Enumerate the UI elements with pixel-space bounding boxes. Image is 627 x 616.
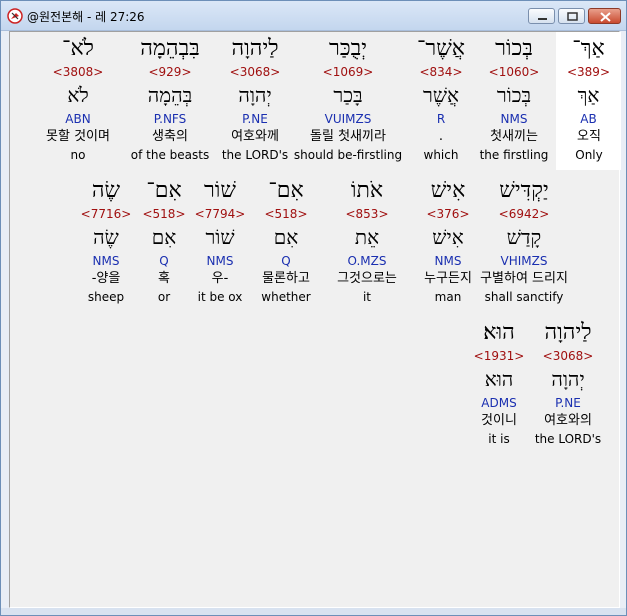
- hebrew-word: בְּכוֹר: [495, 36, 533, 61]
- close-button[interactable]: [588, 8, 621, 24]
- strong-number[interactable]: <1060>: [476, 65, 552, 79]
- bible-app-icon: [7, 8, 23, 24]
- english-gloss: sheep: [87, 290, 125, 304]
- minimize-icon: [538, 18, 547, 20]
- strong-number[interactable]: <1931>: [461, 349, 537, 363]
- hebrew-lemma: יְהוָה: [238, 83, 272, 107]
- morphology-code: ADMS: [481, 396, 517, 410]
- morphology-code: ABN: [65, 112, 91, 126]
- hebrew-word: לַיהוָה: [231, 36, 279, 61]
- hebrew-lemma: שֶׂה: [93, 225, 119, 249]
- hebrew-lemma: אַךְ: [577, 83, 600, 107]
- bible-window: @원전본해 - 레 27:26 אַךְ־ <389> אַךְ AB 오직 O…: [0, 0, 627, 616]
- maximize-button[interactable]: [558, 8, 585, 24]
- morphology-code: VUIMZS: [324, 112, 372, 126]
- strong-number[interactable]: <853>: [329, 207, 405, 221]
- hebrew-word: יְבֻכַּר: [329, 36, 367, 61]
- hebrew-lemma: אִם: [273, 225, 299, 249]
- strong-number[interactable]: <6942>: [486, 207, 562, 221]
- strong-number[interactable]: <3068>: [530, 349, 606, 363]
- hebrew-lemma: קָדַשׁ: [506, 225, 542, 249]
- strong-number[interactable]: <834>: [403, 65, 479, 79]
- strong-number[interactable]: <929>: [132, 65, 208, 79]
- hebrew-word: הוּא׃: [483, 320, 515, 345]
- korean-gloss: 것이니: [481, 413, 517, 428]
- hebrew-lemma: אֵת: [354, 225, 380, 249]
- window-title: @원전본해 - 레 27:26: [27, 10, 145, 24]
- hebrew-lemma: אֲשֶׁר: [423, 83, 459, 107]
- close-icon: [600, 12, 611, 22]
- morphology-code: NMS: [500, 112, 528, 126]
- interlinear-panel[interactable]: אַךְ־ <389> אַךְ AB 오직 Only בְּכוֹר <106…: [9, 31, 621, 608]
- korean-gloss: 못할 것이며: [46, 129, 110, 144]
- morphology-code: AB: [580, 112, 597, 126]
- strong-number[interactable]: <3068>: [217, 65, 293, 79]
- hebrew-word: לֹא־: [62, 36, 94, 61]
- morphology-code: NMS: [434, 254, 462, 268]
- morphology-code: P.NFS: [153, 112, 187, 126]
- window-bottom-border: [1, 608, 626, 615]
- hebrew-lemma: בְּכוֹר: [496, 83, 532, 107]
- hebrew-lemma: הוּא: [484, 367, 514, 391]
- hebrew-lemma: אִישׁ: [432, 225, 464, 249]
- english-gloss: it is: [488, 432, 510, 446]
- korean-gloss: -양을: [91, 271, 121, 286]
- hebrew-word: בִּבְהֵמָה: [140, 36, 200, 61]
- strong-number[interactable]: <3808>: [40, 65, 116, 79]
- hebrew-lemma: בָּכַר: [333, 83, 363, 107]
- strong-number[interactable]: <389>: [556, 65, 621, 79]
- morphology-code: VHIMZS: [500, 254, 548, 268]
- morphology-code: Q: [281, 254, 291, 268]
- strong-number[interactable]: <1069>: [310, 65, 386, 79]
- strong-number[interactable]: <7716>: [68, 207, 144, 221]
- morphology-code: P.NE: [242, 112, 268, 126]
- strong-number[interactable]: <376>: [410, 207, 486, 221]
- hebrew-word: יַקְדִּישׁ: [499, 178, 549, 203]
- hebrew-word: אִם־: [268, 178, 304, 203]
- minimize-button[interactable]: [528, 8, 555, 24]
- hebrew-word: אֲשֶׁר־: [416, 36, 465, 61]
- morphology-code: NMS: [92, 254, 120, 268]
- strong-number[interactable]: <518>: [248, 207, 324, 221]
- hebrew-lemma: לֹא: [67, 83, 89, 107]
- hebrew-word: אִישׁ: [430, 178, 466, 203]
- morphology-code: P.NE: [555, 396, 581, 410]
- english-gloss: no: [70, 148, 86, 162]
- morphology-code: O.MZS: [347, 254, 387, 268]
- hebrew-word: אֹתוֹ: [350, 178, 384, 203]
- hebrew-lemma: בְּהֵמָה: [147, 83, 193, 107]
- hebrew-word: אַךְ־: [572, 36, 605, 61]
- hebrew-word: לַיהוָה: [544, 320, 592, 345]
- maximize-icon: [567, 12, 578, 21]
- title-bar[interactable]: @원전본해 - 레 27:26: [1, 1, 626, 31]
- hebrew-lemma: יְהוָה: [551, 367, 585, 391]
- morphology-code: R: [436, 112, 446, 126]
- hebrew-word: שֶׂה: [91, 178, 121, 203]
